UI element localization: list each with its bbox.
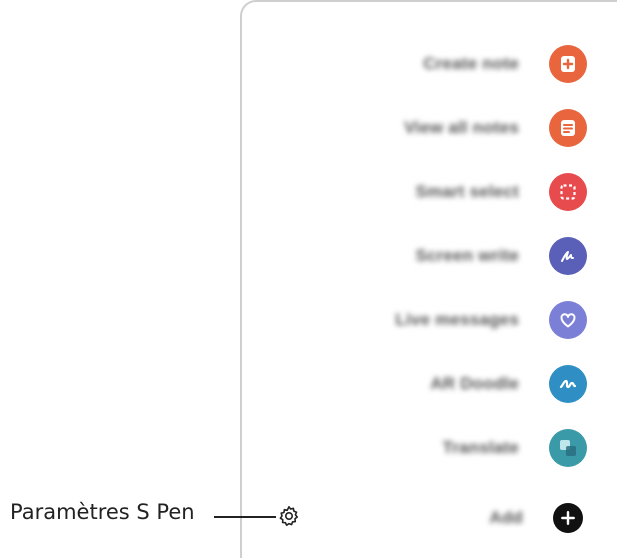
translate-icon [549, 429, 587, 467]
menu-item-live-messages[interactable]: Live messages [257, 300, 617, 340]
menu-item-label: Translate [442, 438, 519, 457]
screen-write-icon [549, 237, 587, 275]
settings-gear-icon[interactable] [277, 504, 301, 528]
menu-item-smart-select[interactable]: Smart select [257, 172, 617, 212]
add-icon [553, 503, 583, 533]
menu-item-label: Screen write [415, 246, 519, 265]
menu-item-translate[interactable]: Translate [257, 428, 617, 468]
menu-item-add[interactable]: Add [257, 498, 617, 538]
settings-callout-label: Paramètres S Pen [10, 500, 195, 524]
menu-item-label: View all notes [404, 118, 519, 137]
callout-leader-line [214, 516, 276, 518]
create-note-icon [549, 45, 587, 83]
menu-item-label: Live messages [395, 310, 519, 329]
menu-item-ar-doodle[interactable]: AR Doodle [257, 364, 617, 404]
menu-item-view-all-notes[interactable]: View all notes [257, 108, 617, 148]
menu-item-label: Smart select [415, 182, 519, 201]
ar-doodle-icon [549, 365, 587, 403]
menu-item-create-note[interactable]: Create note [257, 44, 617, 84]
live-messages-icon [549, 301, 587, 339]
view-notes-icon [549, 109, 587, 147]
air-command-panel: Create note View all notes Smart select … [240, 0, 617, 558]
menu-item-label: AR Doodle [430, 374, 519, 393]
smart-select-icon [549, 173, 587, 211]
menu-item-screen-write[interactable]: Screen write [257, 236, 617, 276]
menu-item-label: Add [489, 508, 523, 527]
menu-item-label: Create note [423, 54, 519, 73]
